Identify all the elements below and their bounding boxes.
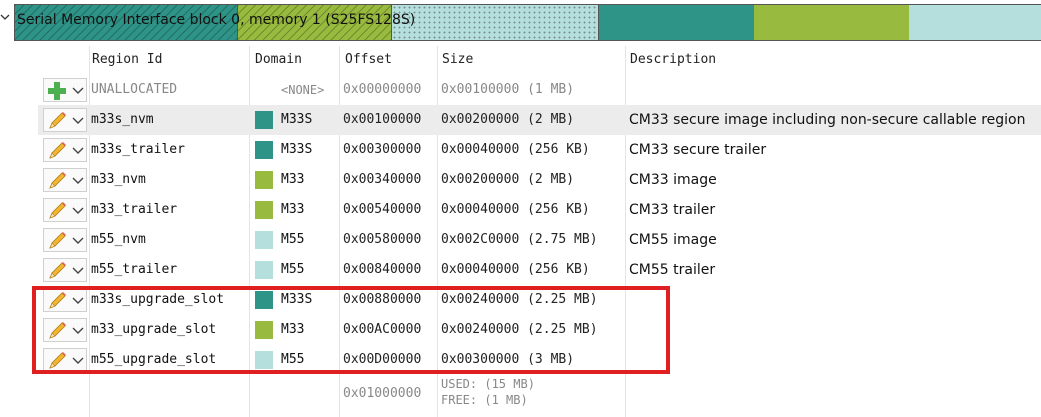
edit-region-button[interactable] — [43, 138, 87, 162]
add-region-button[interactable] — [43, 78, 87, 102]
edit-region-button[interactable] — [43, 258, 87, 282]
domain-color-swatch — [255, 141, 273, 159]
table-row[interactable]: m33s_trailer M33S 0x00300000 0x00040000 (25… — [38, 135, 1041, 165]
region-domain: <NONE> — [281, 83, 325, 97]
region-description: CM33 secure trailer — [629, 142, 767, 158]
region-id: UNALLOCATED — [91, 82, 178, 97]
memory-segment-m33s-upgrade[interactable] — [599, 4, 754, 41]
footer-end-offset: 0x01000000 — [343, 386, 422, 401]
memory-segment-m55-dotted[interactable] — [392, 4, 599, 41]
region-description: CM55 image — [629, 232, 717, 248]
plus-icon — [48, 82, 66, 100]
region-domain: M33S — [281, 142, 313, 157]
edit-region-button[interactable] — [43, 228, 87, 252]
chevron-down-icon — [72, 147, 84, 154]
region-id: m33_trailer — [91, 202, 178, 217]
region-id: m33_nvm — [91, 172, 146, 187]
region-description: CM33 image — [629, 172, 717, 188]
table-row[interactable]: m33_trailer M33 0x00540000 0x00040000 (256 … — [38, 195, 1041, 225]
region-domain: M33 — [281, 202, 305, 217]
region-domain: M55 — [281, 232, 305, 247]
region-description: CM33 secure image including non-secure c… — [629, 112, 1026, 128]
domain-color-swatch — [255, 261, 273, 279]
region-size: 0x00100000 (1 MB) — [441, 82, 575, 97]
region-offset: 0x00580000 — [343, 232, 422, 247]
domain-color-swatch — [255, 201, 273, 219]
region-offset: 0x00540000 — [343, 202, 422, 217]
chevron-down-icon — [72, 177, 84, 184]
memory-segment-m33-upgrade[interactable] — [754, 4, 909, 41]
region-description: CM33 trailer — [629, 202, 716, 218]
table-row[interactable]: m55_trailer M55 0x00840000 0x00040000 (256 … — [38, 255, 1041, 285]
column-header-description[interactable]: Description — [630, 46, 716, 74]
region-size: 0x00040000 (256 KB) — [441, 142, 590, 157]
collapse-chevron-icon[interactable] — [0, 12, 10, 25]
pencil-icon — [49, 202, 66, 219]
chevron-down-icon — [72, 237, 84, 244]
pencil-icon — [49, 232, 66, 249]
domain-color-swatch — [255, 111, 273, 129]
region-offset: 0x00840000 — [343, 262, 422, 277]
highlight-box — [32, 286, 670, 374]
region-size: 0x00200000 (2 MB) — [441, 112, 575, 127]
region-domain: M33S — [281, 112, 313, 127]
chevron-down-icon — [72, 207, 84, 214]
table-row[interactable]: m55_nvm M55 0x00580000 0x002C0000 (2.75 MB)… — [38, 225, 1041, 255]
region-size: 0x00040000 (256 KB) — [441, 262, 590, 277]
region-size: 0x00200000 (2 MB) — [441, 172, 575, 187]
edit-region-button[interactable] — [43, 108, 87, 132]
edit-region-button[interactable] — [43, 168, 87, 192]
pencil-icon — [49, 112, 66, 129]
region-description: CM55 trailer — [629, 262, 716, 278]
table-row-unallocated[interactable]: UNALLOCATED <NONE> 0x00000000 0x00100000… — [38, 75, 1041, 105]
column-header-offset[interactable]: Offset — [345, 46, 392, 74]
region-offset: 0x00300000 — [343, 142, 422, 157]
edit-region-button[interactable] — [43, 198, 87, 222]
chevron-down-icon — [72, 267, 84, 274]
memory-map-label: Serial Memory Interface block 0, memory … — [17, 12, 416, 28]
footer-free: FREE: (1 MB) — [441, 393, 528, 407]
region-id: m33s_nvm — [91, 112, 154, 127]
region-id: m55_trailer — [91, 262, 178, 277]
pencil-icon — [49, 172, 66, 189]
region-offset: 0x00000000 — [343, 82, 422, 97]
memory-segment-m55-upgrade[interactable] — [909, 4, 1041, 41]
column-header-domain[interactable]: Domain — [255, 46, 302, 74]
column-header-region-id[interactable]: Region Id — [92, 46, 162, 74]
region-offset: 0x00100000 — [343, 112, 422, 127]
region-domain: M55 — [281, 262, 305, 277]
memory-map-bar: Serial Memory Interface block 0, memory … — [0, 0, 1041, 42]
chevron-down-icon — [72, 117, 84, 124]
region-id: m33s_trailer — [91, 142, 185, 157]
chevron-down-icon — [72, 87, 84, 94]
footer-used: USED: (15 MB) — [441, 377, 535, 391]
table-row[interactable]: m33_nvm M33 0x00340000 0x00200000 (2 MB) CM3… — [38, 165, 1041, 195]
region-domain: M33 — [281, 172, 305, 187]
region-offset: 0x00340000 — [343, 172, 422, 187]
region-id: m55_nvm — [91, 232, 146, 247]
pencil-icon — [49, 142, 66, 159]
column-header-size[interactable]: Size — [442, 46, 473, 74]
pencil-icon — [49, 262, 66, 279]
table-footer-summary: 0x01000000 USED: (15 MB) FREE: (1 MB) — [38, 374, 1041, 417]
region-size: 0x00040000 (256 KB) — [441, 202, 590, 217]
region-size: 0x002C0000 (2.75 MB) — [441, 232, 598, 247]
domain-color-swatch — [255, 171, 273, 189]
table-row[interactable]: m33s_nvm M33S 0x00100000 0x00200000 (2 MB) C… — [38, 105, 1041, 135]
domain-color-swatch — [255, 231, 273, 249]
